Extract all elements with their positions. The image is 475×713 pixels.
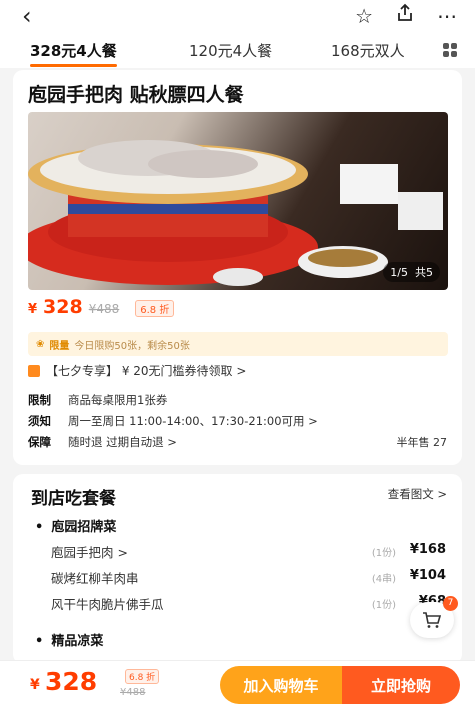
item-qty: (4串) xyxy=(371,574,396,585)
tab-package-3[interactable]: 168元双人 xyxy=(331,40,405,61)
add-to-cart-button[interactable]: 加入购物车 xyxy=(220,666,342,704)
list-item[interactable]: 庖园手把肉 > (1份) ¥168 xyxy=(51,542,446,562)
package-card: 到店吃套餐 查看图文 > 庖园招牌菜 庖园手把肉 > (1份) ¥168 碳烤红… xyxy=(13,474,462,664)
coupon-promo[interactable]: 【七夕专享】 ¥ 20无门槛券待领取 > xyxy=(28,362,246,379)
item-name: 庖园手把肉 > xyxy=(51,545,128,560)
product-card: 庖园手把肉 贴秋膘四人餐 1/5 共5 ¥ 328 ¥488 6.8 折 ❀ 限… xyxy=(13,70,462,465)
category-cold-dishes: 精品凉菜 xyxy=(35,630,103,649)
info-value: 周一至周日 11:00-14:00、17:30-21:00可用 > xyxy=(68,414,318,428)
cart-badge: 7 xyxy=(443,596,458,611)
current-price: 328 xyxy=(43,296,83,318)
info-key: 保障 xyxy=(28,435,51,449)
view-details-link[interactable]: 查看图文 > xyxy=(388,486,447,502)
cart-button[interactable]: 7 xyxy=(410,596,458,638)
info-key: 须知 xyxy=(28,414,51,428)
header-icons: ☆ ⋯ xyxy=(355,3,457,28)
item-qty: (1份) xyxy=(371,600,396,611)
product-title: 庖园手把肉 贴秋膘四人餐 xyxy=(28,84,244,106)
more-icon[interactable]: ⋯ xyxy=(437,4,457,28)
bottom-bar: ¥ 328 6.8 折 ¥488 加入购物车 立即抢购 xyxy=(0,660,475,713)
limit-text: 今日限购50张，剩余50张 xyxy=(74,340,190,352)
tab-package-2[interactable]: 120元4人餐 xyxy=(189,40,272,61)
original-price: ¥488 xyxy=(88,302,120,316)
package-tabs: 328元4人餐 120元4人餐 168元双人 xyxy=(0,32,475,68)
info-row-notice[interactable]: 须知 周一至周日 11:00-14:00、17:30-21:00可用 > xyxy=(28,413,318,429)
currency-symbol: ¥ xyxy=(30,677,40,693)
grid-menu-icon[interactable] xyxy=(443,43,457,57)
tab-package-1[interactable]: 328元4人餐 xyxy=(30,40,117,67)
info-value: 随时退 过期自动退 > xyxy=(68,435,177,449)
currency-symbol: ¥ xyxy=(28,302,38,317)
package-title: 到店吃套餐 xyxy=(31,489,116,509)
list-item: 风干牛肉脆片佛手瓜 (1份) ¥68 xyxy=(51,594,446,614)
item-price: ¥104 xyxy=(409,568,446,583)
cart-icon xyxy=(423,612,442,628)
item-qty: (1份) xyxy=(371,548,396,559)
info-row-guarantee[interactable]: 保障 随时退 过期自动退 > xyxy=(28,434,177,450)
photo-counter: 1/5 共5 xyxy=(383,262,440,282)
info-value: 商品每桌限用1张券 xyxy=(68,393,168,407)
qixi-icon xyxy=(28,364,40,377)
bottom-original-price: ¥488 xyxy=(120,687,146,698)
fire-icon: ❀ xyxy=(36,338,45,350)
top-bar: ‹ ☆ ⋯ xyxy=(0,0,475,32)
item-name: 碳烤红柳羊肉串 xyxy=(51,571,139,586)
bottom-price: 328 xyxy=(45,667,98,696)
dish-illustration xyxy=(28,140,443,286)
star-icon[interactable]: ☆ xyxy=(355,4,373,28)
sold-count: 半年售 27 xyxy=(396,436,448,449)
category-signature: 庖园招牌菜 xyxy=(35,516,116,535)
list-item: 碳烤红柳羊肉串 (4串) ¥104 xyxy=(51,568,446,588)
buy-now-button[interactable]: 立即抢购 xyxy=(342,666,460,704)
back-arrow-icon[interactable]: ‹ xyxy=(22,4,32,28)
bottom-discount-badge: 6.8 折 xyxy=(125,669,160,684)
discount-badge: 6.8 折 xyxy=(135,300,175,317)
limit-bar: ❀ 限量 今日限购50张，剩余50张 xyxy=(28,332,448,356)
promo-text: 【七夕专享】 ¥ 20无门槛券待领取 > xyxy=(46,364,247,378)
price-row: ¥ 328 ¥488 6.8 折 xyxy=(28,296,175,322)
info-row-limit: 限制 商品每桌限用1张券 xyxy=(28,392,167,408)
product-photo[interactable]: 1/5 共5 xyxy=(28,112,448,290)
limit-tag: 限量 xyxy=(49,340,70,352)
item-name: 风干牛肉脆片佛手瓜 xyxy=(51,597,164,612)
item-price: ¥168 xyxy=(409,542,446,557)
share-icon[interactable] xyxy=(395,3,415,28)
info-key: 限制 xyxy=(28,393,51,407)
